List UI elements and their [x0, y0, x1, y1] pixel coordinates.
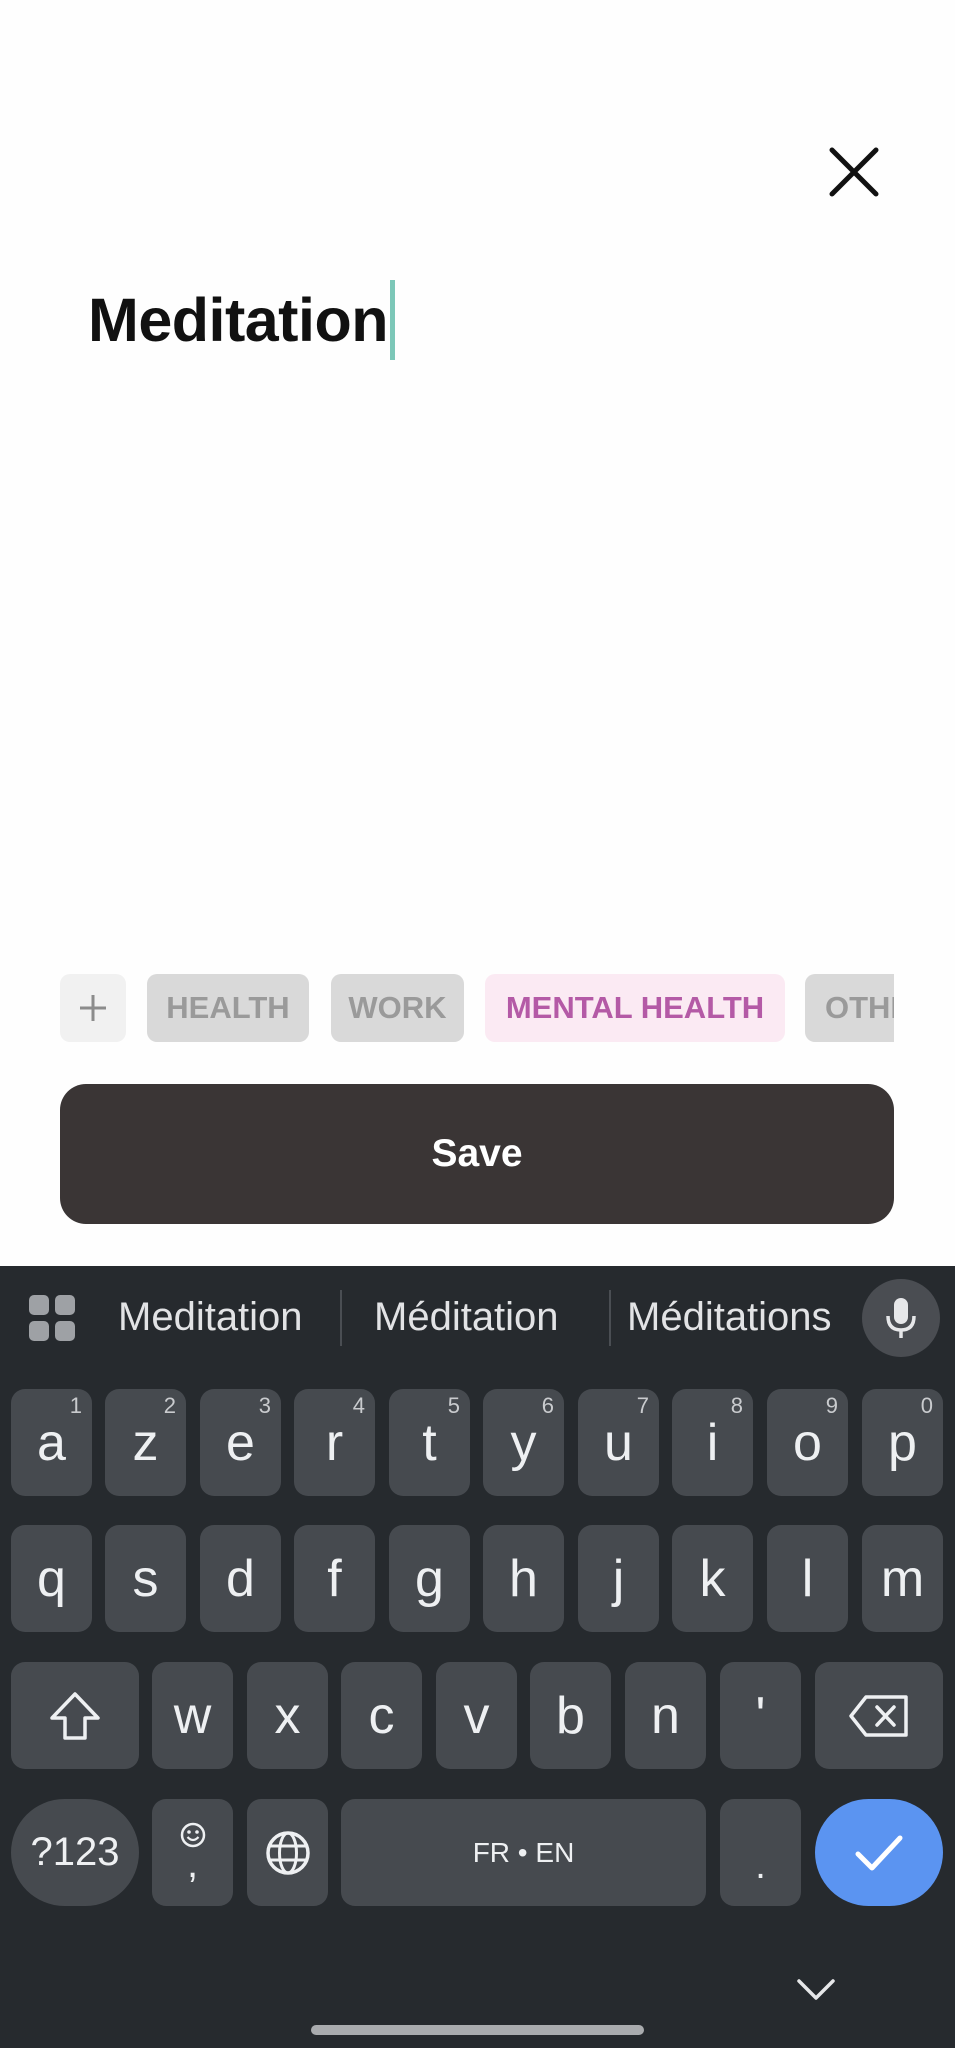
key-s[interactable]: s [105, 1525, 186, 1632]
key-label: t [422, 1413, 437, 1472]
key-q[interactable]: q [11, 1525, 92, 1632]
enter-key[interactable] [815, 1799, 943, 1906]
key-g[interactable]: g [389, 1525, 470, 1632]
key-hint: 1 [69, 1393, 82, 1418]
key-hint: 0 [920, 1393, 933, 1418]
key-d[interactable]: d [200, 1525, 281, 1632]
key-t[interactable]: t5 [389, 1389, 470, 1496]
key-hint: 2 [163, 1393, 176, 1418]
save-button[interactable]: Save [60, 1084, 894, 1224]
text-caret [389, 280, 395, 360]
key-label: e [226, 1413, 255, 1472]
tag-label: WORK [348, 990, 447, 1025]
key-apostrophe[interactable]: ' [720, 1662, 801, 1769]
tag-label: MENTAL HEALTH [505, 990, 765, 1025]
suggestion-1[interactable]: Meditation [118, 1284, 303, 1350]
key-a[interactable]: a1 [11, 1389, 92, 1496]
key-k[interactable]: k [672, 1525, 753, 1632]
key-f[interactable]: f [294, 1525, 375, 1632]
tag-label: OTHER [825, 990, 894, 1025]
tag-selector: HEALTH WORK MENTAL HEALTH OTHER [60, 974, 894, 1042]
add-tag-button[interactable] [60, 974, 126, 1042]
chevron-down-icon [797, 1979, 835, 2000]
tag-health[interactable]: HEALTH [147, 974, 309, 1042]
key-hint: 6 [541, 1393, 554, 1418]
key-label: a [37, 1413, 66, 1472]
key-hint: 4 [352, 1393, 365, 1418]
microphone-icon [886, 1298, 916, 1338]
backspace-icon [849, 1694, 908, 1737]
key-label: i [706, 1413, 719, 1472]
key-e[interactable]: e3 [200, 1389, 281, 1496]
tag-label: HEALTH [166, 990, 290, 1025]
tag-mental-health[interactable]: MENTAL HEALTH [485, 974, 785, 1042]
tag-other[interactable]: OTHER [805, 974, 894, 1042]
key-n[interactable]: n [625, 1662, 706, 1769]
globe-icon [265, 1830, 310, 1875]
shift-icon [50, 1691, 100, 1740]
key-x[interactable]: x [247, 1662, 328, 1769]
suggestion-2[interactable]: Méditation [374, 1284, 559, 1350]
key-u[interactable]: u7 [578, 1389, 659, 1496]
suggestion-divider [609, 1290, 611, 1346]
key-o[interactable]: o9 [767, 1389, 848, 1496]
hide-keyboard-button[interactable] [790, 1970, 842, 2010]
key-y[interactable]: y6 [483, 1389, 564, 1496]
key-p[interactable]: p0 [862, 1389, 943, 1496]
key-c[interactable]: c [341, 1662, 422, 1769]
symbols-key[interactable]: ?123 [11, 1799, 139, 1906]
key-z[interactable]: z2 [105, 1389, 186, 1496]
key-label: y [510, 1413, 537, 1472]
key-hint: 8 [730, 1393, 743, 1418]
key-label: z [132, 1413, 159, 1472]
key-label: p [888, 1413, 917, 1472]
close-icon [829, 147, 879, 197]
close-button[interactable] [818, 136, 890, 208]
key-j[interactable]: j [578, 1525, 659, 1632]
key-l[interactable]: l [767, 1525, 848, 1632]
key-r[interactable]: r4 [294, 1389, 375, 1496]
keyboard-apps-icon[interactable] [28, 1294, 76, 1342]
suggestion-3[interactable]: Méditations [627, 1284, 832, 1350]
soft-keyboard [0, 1266, 955, 2048]
key-h[interactable]: h [483, 1525, 564, 1632]
shift-key[interactable] [11, 1662, 139, 1769]
checkmark-icon [855, 1835, 903, 1870]
emoji-comma-key[interactable]: , [152, 1799, 233, 1906]
key-w[interactable]: w [152, 1662, 233, 1769]
habit-name-value: Meditation [88, 286, 388, 354]
key-label: r [325, 1413, 344, 1472]
suggestion-divider [340, 1290, 342, 1346]
key-v[interactable]: v [436, 1662, 517, 1769]
key-hint: 5 [447, 1393, 460, 1418]
language-key[interactable] [247, 1799, 328, 1906]
key-hint: 9 [825, 1393, 838, 1418]
key-b[interactable]: b [530, 1662, 611, 1769]
key-i[interactable]: i8 [672, 1389, 753, 1496]
tag-work[interactable]: WORK [331, 974, 464, 1042]
plus-icon [80, 995, 106, 1021]
key-label: u [604, 1413, 633, 1472]
comma-label: , [186, 1841, 199, 1886]
habit-name-input[interactable]: Meditation [88, 275, 395, 365]
period-key[interactable]: . [720, 1799, 801, 1906]
key-hint: 7 [636, 1393, 649, 1418]
gesture-nav-handle[interactable] [311, 2025, 644, 2035]
key-label: o [793, 1413, 822, 1472]
key-m[interactable]: m [862, 1525, 943, 1632]
backspace-key[interactable] [815, 1662, 943, 1769]
space-key[interactable]: FR • EN [341, 1799, 706, 1906]
voice-input-button[interactable] [862, 1279, 940, 1357]
key-hint: 3 [258, 1393, 271, 1418]
